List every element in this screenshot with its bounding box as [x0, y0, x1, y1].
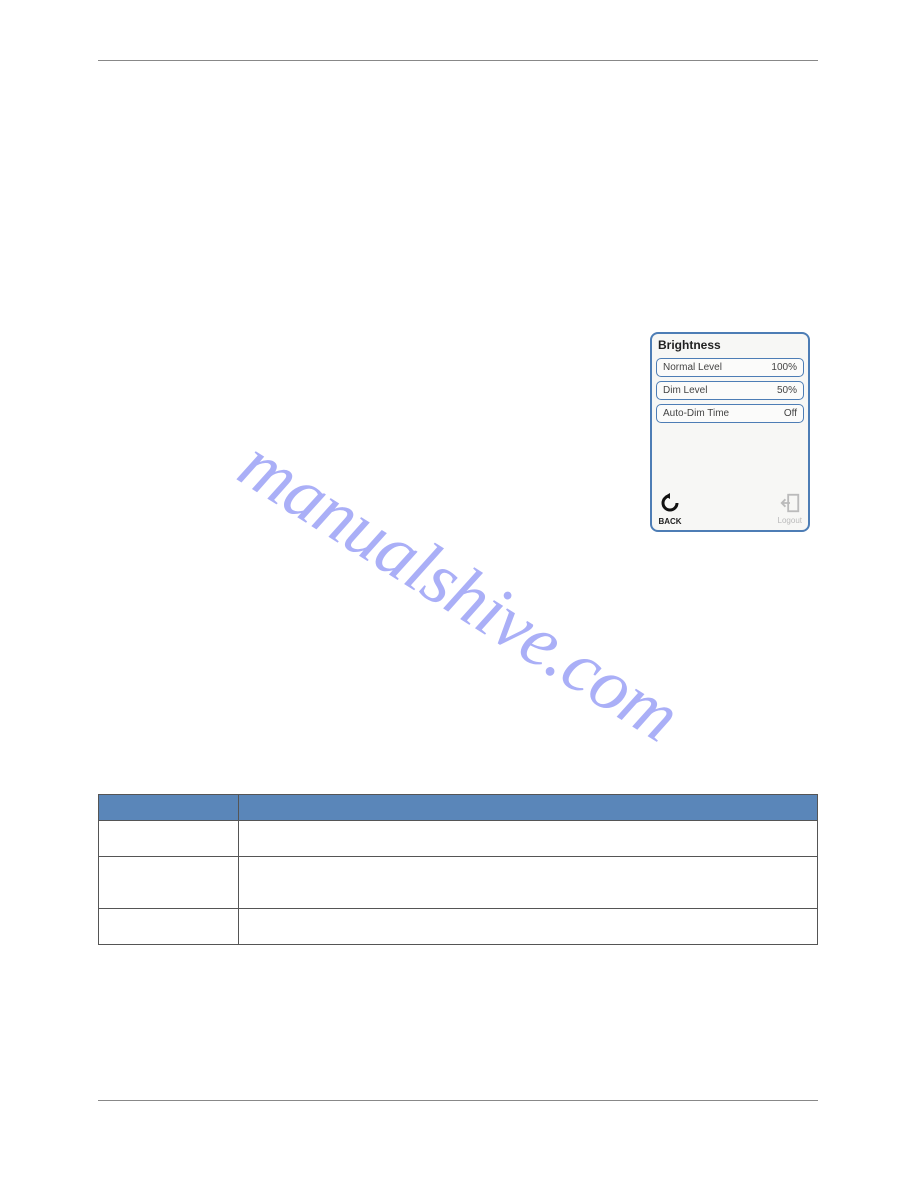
row-value: 50%: [777, 385, 797, 396]
row-auto-dim-time[interactable]: Auto-Dim Time Off: [656, 404, 804, 423]
table-row: [99, 857, 818, 909]
table-header-cell: [239, 795, 818, 821]
panel-title: Brightness: [652, 334, 808, 358]
back-button[interactable]: BACK: [658, 491, 682, 526]
table-row: [99, 909, 818, 945]
table-cell: [99, 821, 239, 857]
table-cell: [99, 909, 239, 945]
table-cell: [239, 857, 818, 909]
row-value: Off: [784, 408, 797, 419]
row-label: Dim Level: [663, 385, 707, 396]
table-cell: [239, 821, 818, 857]
row-label: Normal Level: [663, 362, 722, 373]
table-header-cell: [99, 795, 239, 821]
logout-button[interactable]: Logout: [778, 492, 802, 525]
watermark-text: manualshive.com: [224, 422, 694, 759]
row-value: 100%: [771, 362, 797, 373]
top-divider: [98, 60, 818, 61]
bottom-divider: [98, 1100, 818, 1101]
panel-footer: BACK Logout: [652, 488, 808, 530]
row-normal-level[interactable]: Normal Level 100%: [656, 358, 804, 377]
settings-table: [98, 794, 818, 945]
brightness-panel: Brightness Normal Level 100% Dim Level 5…: [650, 332, 810, 532]
table-cell: [99, 857, 239, 909]
table-cell: [239, 909, 818, 945]
back-label: BACK: [658, 517, 681, 526]
table-header-row: [99, 795, 818, 821]
row-dim-level[interactable]: Dim Level 50%: [656, 381, 804, 400]
page-content: [98, 60, 818, 331]
row-label: Auto-Dim Time: [663, 408, 729, 419]
logout-icon: [779, 492, 801, 516]
table-row: [99, 821, 818, 857]
logout-label: Logout: [778, 516, 802, 525]
back-icon: [658, 491, 682, 517]
